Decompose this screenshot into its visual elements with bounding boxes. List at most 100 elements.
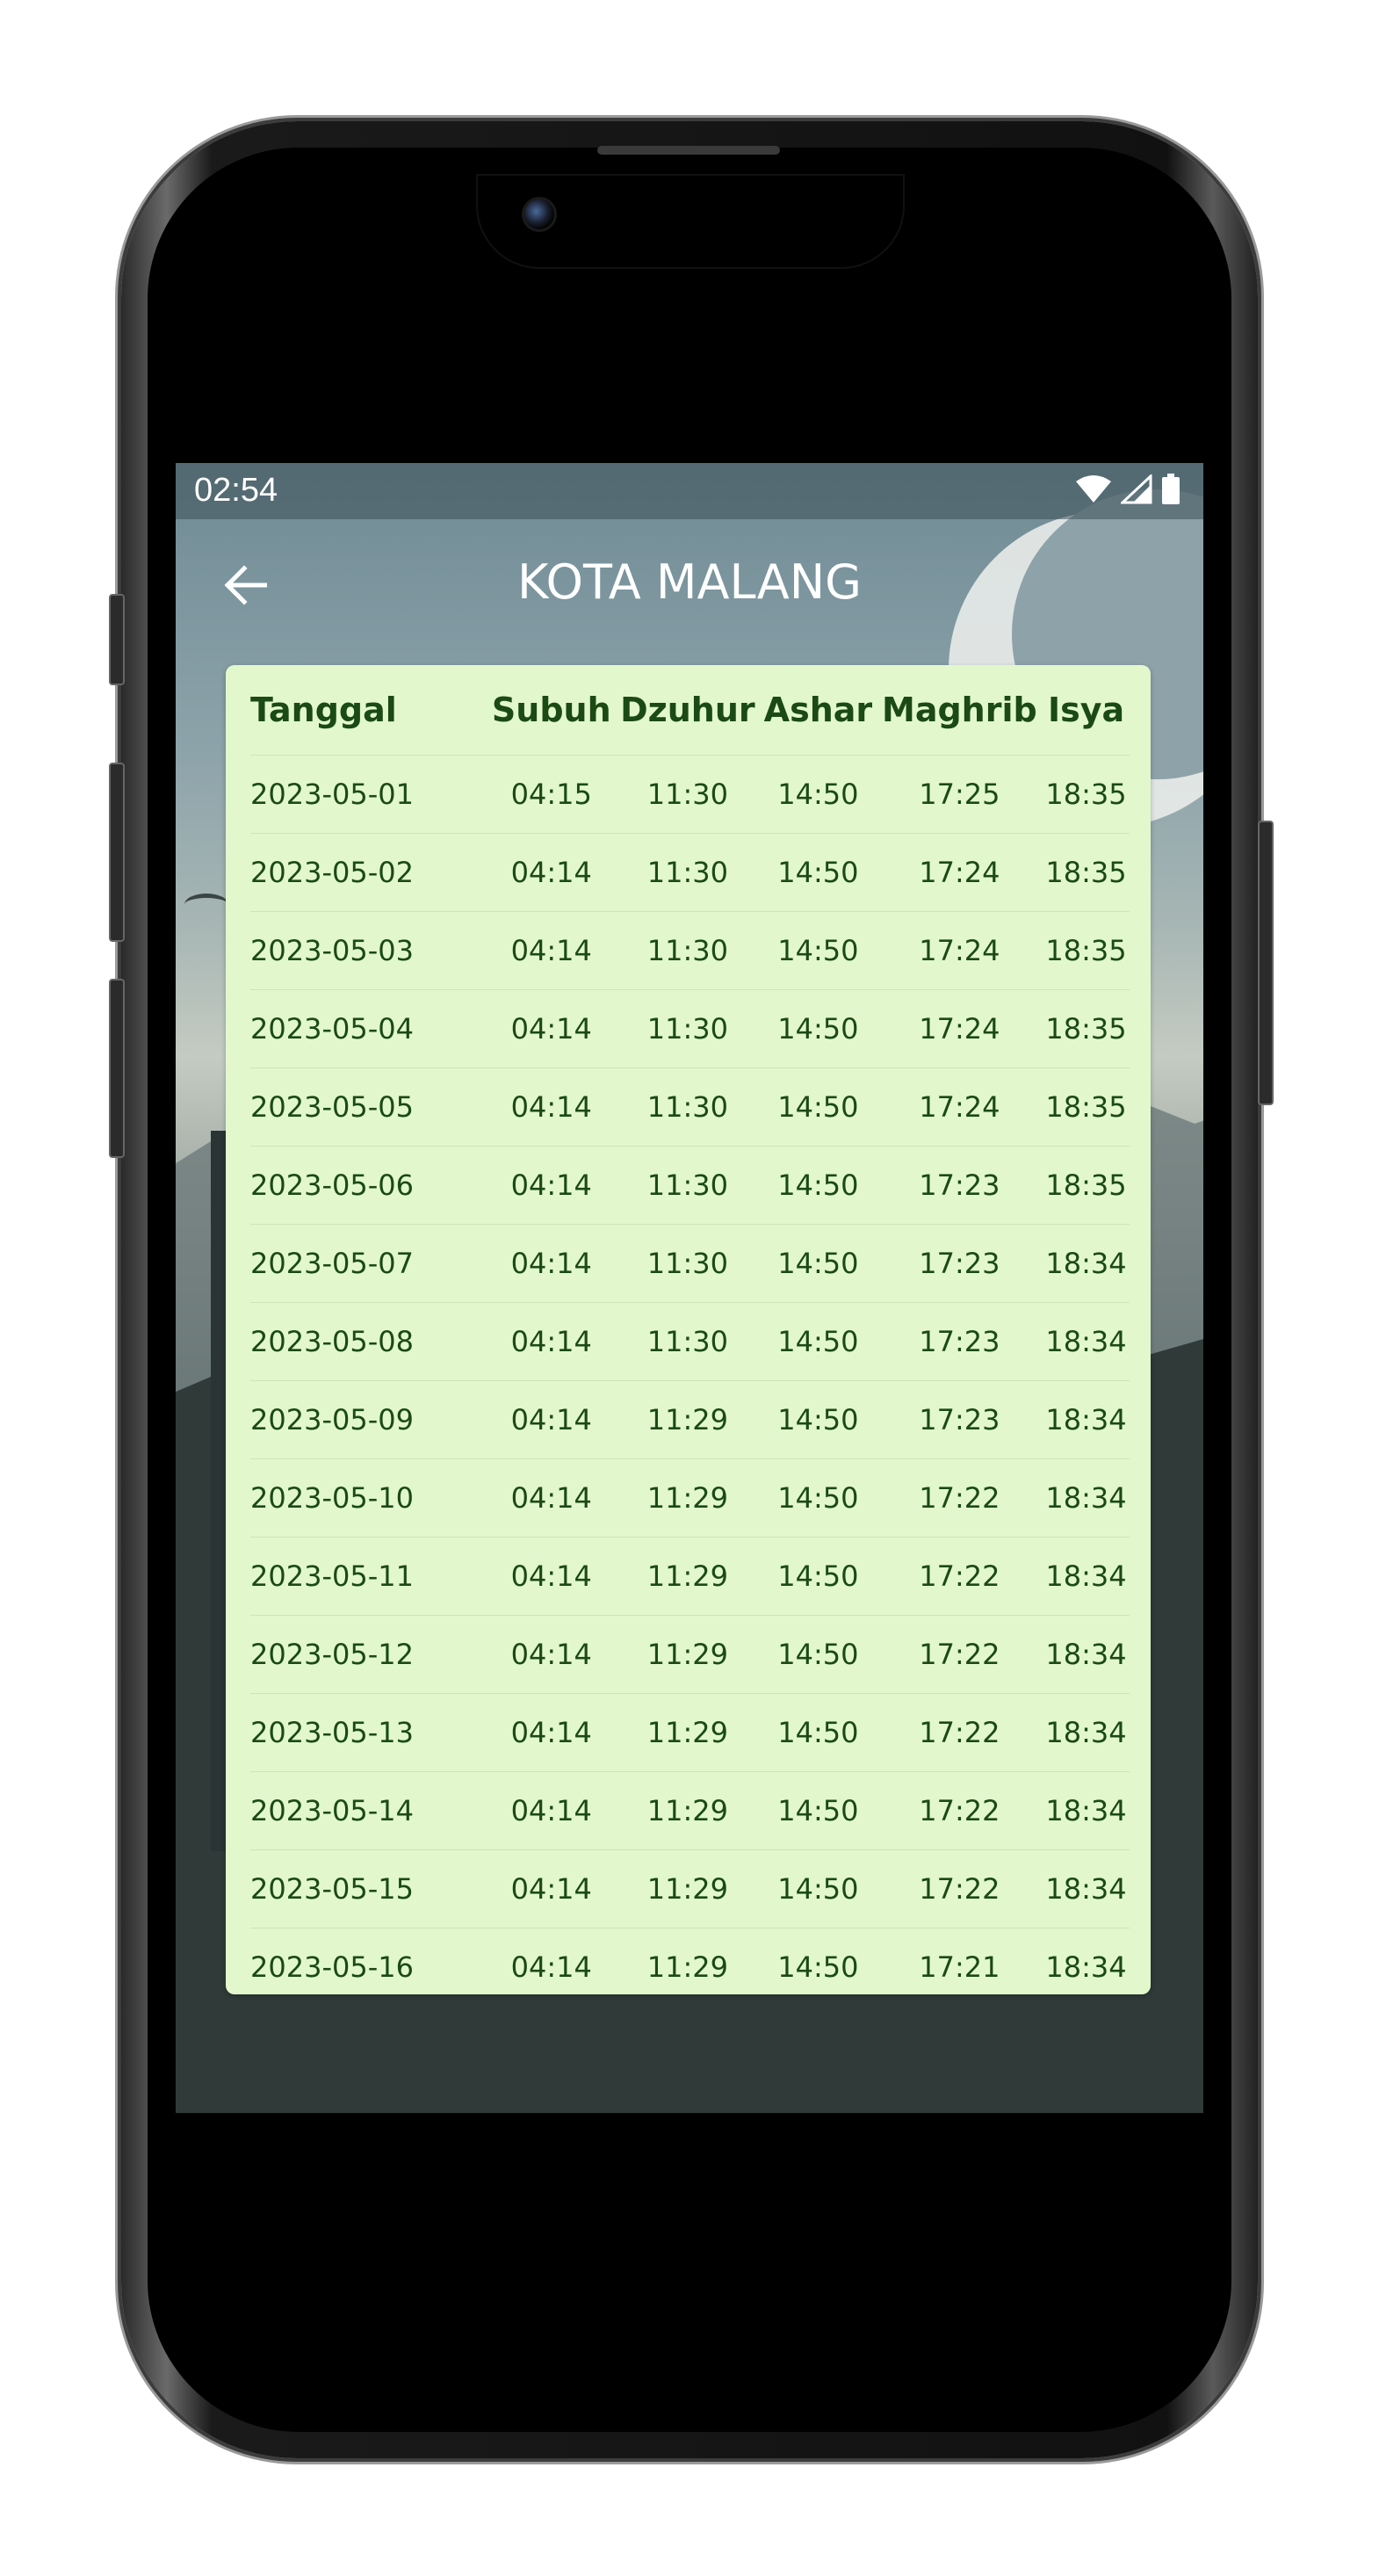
- cell-subuh: 04:14: [487, 1224, 616, 1303]
- table-row: 2023-05-02 04:14 11:30 14:50 17:24 18:35: [250, 833, 1130, 912]
- cell-isya: 18:35: [1043, 833, 1130, 912]
- header-ashar: Ashar: [760, 665, 877, 756]
- header-dzuhur: Dzuhur: [615, 665, 761, 756]
- cell-ashar: 14:50: [760, 989, 877, 1068]
- cell-subuh: 04:14: [487, 911, 616, 990]
- cell-ashar: 14:50: [760, 833, 877, 912]
- table-row: 2023-05-07 04:14 11:30 14:50 17:23 18:34: [250, 1224, 1130, 1303]
- cell-subuh: 04:14: [487, 1380, 616, 1459]
- cell-ashar: 14:50: [760, 1067, 877, 1147]
- table-row: 2023-05-10 04:14 11:29 14:50 17:22 18:34: [250, 1458, 1130, 1538]
- cell-maghrib: 17:23: [876, 1224, 1043, 1303]
- cell-date: 2023-05-11: [250, 1537, 487, 1616]
- header-isya: Isya: [1043, 665, 1130, 756]
- cell-maghrib: 17:24: [876, 833, 1043, 912]
- cell-subuh: 04:14: [487, 989, 616, 1068]
- cell-dzuhur: 11:30: [615, 755, 761, 834]
- cell-date: 2023-05-14: [250, 1771, 487, 1850]
- cell-ashar: 14:50: [760, 755, 877, 834]
- cell-maghrib: 17:22: [876, 1693, 1043, 1772]
- cell-subuh: 04:14: [487, 1615, 616, 1694]
- cell-dzuhur: 11:29: [615, 1693, 761, 1772]
- mute-switch: [109, 594, 125, 685]
- header-date: Tanggal: [250, 665, 487, 756]
- cell-isya: 18:34: [1043, 1771, 1130, 1850]
- earpiece-speaker: [597, 146, 780, 155]
- cell-subuh: 04:14: [487, 1067, 616, 1147]
- cell-date: 2023-05-05: [250, 1067, 487, 1147]
- cell-dzuhur: 11:29: [615, 1458, 761, 1538]
- cell-maghrib: 17:23: [876, 1302, 1043, 1381]
- status-time: 02:54: [194, 472, 278, 509]
- cell-isya: 18:35: [1043, 1146, 1130, 1225]
- cell-date: 2023-05-10: [250, 1458, 487, 1538]
- cell-maghrib: 17:24: [876, 1067, 1043, 1147]
- cell-maghrib: 17:25: [876, 755, 1043, 834]
- table-row: 2023-05-04 04:14 11:30 14:50 17:24 18:35: [250, 989, 1130, 1068]
- cell-ashar: 14:50: [760, 1146, 877, 1225]
- cell-dzuhur: 11:30: [615, 1224, 761, 1303]
- cell-ashar: 14:50: [760, 1693, 877, 1772]
- cell-dzuhur: 11:29: [615, 1380, 761, 1459]
- cell-maghrib: 17:22: [876, 1537, 1043, 1616]
- table-row: 2023-05-16 04:14 11:29 14:50 17:21 18:34: [250, 1928, 1130, 2007]
- cell-subuh: 04:14: [487, 833, 616, 912]
- cell-date: 2023-05-08: [250, 1302, 487, 1381]
- cell-dzuhur: 11:29: [615, 1771, 761, 1850]
- cell-isya: 18:35: [1043, 989, 1130, 1068]
- table-header-row: Tanggal Subuh Dzuhur Ashar Maghrib Isya: [250, 665, 1130, 756]
- cell-maghrib: 17:23: [876, 1146, 1043, 1225]
- table-row: 2023-05-15 04:14 11:29 14:50 17:22 18:34: [250, 1849, 1130, 1928]
- cell-dzuhur: 11:30: [615, 989, 761, 1068]
- volume-up-button: [109, 763, 125, 942]
- cell-ashar: 14:50: [777, 1950, 859, 1984]
- prayer-schedule-card: Tanggal Subuh Dzuhur Ashar Maghrib Isya …: [226, 665, 1151, 1994]
- cell-dzuhur: 11:29: [615, 1537, 761, 1616]
- app-screen: 02:54 KOTA MALANG Tanggal Subuh Dzuhur A…: [176, 463, 1203, 2113]
- table-row: 2023-05-11 04:14 11:29 14:50 17:22 18:34: [250, 1537, 1130, 1616]
- wifi-icon: [1075, 474, 1112, 508]
- cell-maghrib: 17:24: [876, 989, 1043, 1068]
- cell-ashar: 14:50: [760, 1537, 877, 1616]
- cell-ashar: 14:50: [760, 1615, 877, 1694]
- cell-subuh: 04:14: [510, 1950, 592, 1984]
- cell-ashar: 14:50: [760, 1458, 877, 1538]
- cell-date: 2023-05-09: [250, 1380, 487, 1459]
- cell-isya: 18:34: [1043, 1458, 1130, 1538]
- cell-date: 2023-05-03: [250, 911, 487, 990]
- table-row: 2023-05-03 04:14 11:30 14:50 17:24 18:35: [250, 911, 1130, 990]
- cell-date: 2023-05-15: [250, 1849, 487, 1928]
- cell-subuh: 04:14: [487, 1771, 616, 1850]
- app-bar: KOTA MALANG: [176, 519, 1203, 651]
- cell-subuh: 04:14: [487, 1458, 616, 1538]
- table-row: 2023-05-01 04:15 11:30 14:50 17:25 18:35: [250, 755, 1130, 834]
- cell-ashar: 14:50: [760, 1380, 877, 1459]
- table-row: 2023-05-05 04:14 11:30 14:50 17:24 18:35: [250, 1067, 1130, 1147]
- table-row: 2023-05-12 04:14 11:29 14:50 17:22 18:34: [250, 1615, 1130, 1694]
- page-title: KOTA MALANG: [517, 554, 862, 610]
- table-row: 2023-05-09 04:14 11:29 14:50 17:23 18:34: [250, 1380, 1130, 1459]
- table-row: 2023-05-06 04:14 11:30 14:50 17:23 18:35: [250, 1146, 1130, 1225]
- bird-silhouette: [184, 894, 228, 915]
- cell-isya: 18:34: [1043, 1615, 1130, 1694]
- prayer-schedule-table: Tanggal Subuh Dzuhur Ashar Maghrib Isya …: [250, 665, 1130, 2006]
- cell-dzuhur: 11:30: [615, 833, 761, 912]
- cell-dzuhur: 11:30: [615, 1302, 761, 1381]
- cell-isya: 18:34: [1043, 1380, 1130, 1459]
- cell-maghrib: 17:21: [919, 1950, 1000, 1984]
- cell-maghrib: 17:22: [876, 1771, 1043, 1850]
- front-camera: [522, 197, 557, 232]
- cell-ashar: 14:50: [760, 1849, 877, 1928]
- cell-date: 2023-05-02: [250, 833, 487, 912]
- table-row: 2023-05-08 04:14 11:30 14:50 17:23 18:34: [250, 1302, 1130, 1381]
- cell-ashar: 14:50: [760, 911, 877, 990]
- cell-dzuhur: 11:29: [646, 1950, 728, 1984]
- status-icons: [1075, 473, 1180, 508]
- cell-subuh: 04:14: [487, 1302, 616, 1381]
- header-subuh: Subuh: [487, 665, 616, 756]
- cell-isya: 18:34: [1043, 1537, 1130, 1616]
- cell-ashar: 14:50: [760, 1302, 877, 1381]
- cell-dzuhur: 11:30: [615, 1067, 761, 1147]
- cell-ashar: 14:50: [760, 1224, 877, 1303]
- status-bar: 02:54: [176, 463, 1203, 519]
